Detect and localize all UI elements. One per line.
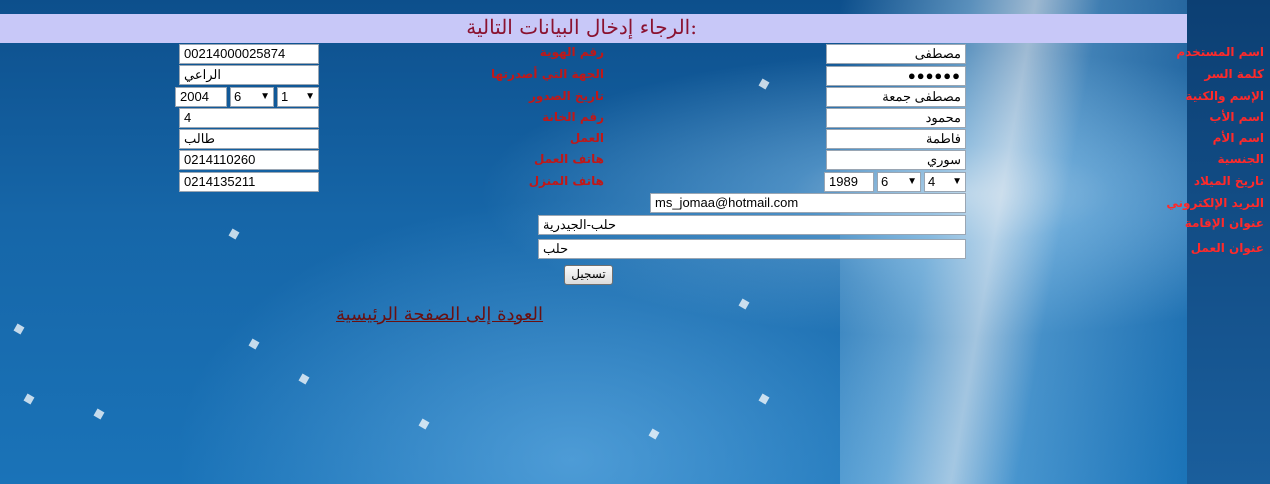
password-field[interactable]: ●●●●●● [826,66,966,86]
sparkle [418,418,430,430]
birth-month-select[interactable]: 6 ▼ [877,172,921,192]
sparkle [298,373,310,385]
chevron-down-icon: ▼ [907,176,917,187]
chevron-down-icon: ▼ [260,91,270,102]
sparkle [228,228,240,240]
username-field[interactable]: مصطفى [826,44,966,64]
label-username: اسم المستخدم [1176,45,1264,59]
label-home-phone: هاتف المنزل [528,174,604,188]
issue-year-field[interactable]: 2004 [175,87,227,107]
chevron-down-icon: ▼ [305,91,315,102]
label-father-name: اسم الأب [1209,110,1264,124]
label-email: البريد الإلكتروني [1166,196,1264,210]
label-mother-name: اسم الأم [1212,131,1264,145]
label-issuer: الجهة التي أصدرتها [491,67,604,81]
registry-number-field[interactable]: 4 [179,108,319,128]
issue-day-select[interactable]: 1 ▼ [277,87,319,107]
mother-name-field[interactable]: فاطمة [826,129,966,149]
submit-button[interactable]: تسجيل [564,265,613,285]
label-work-phone: هاتف العمل [534,152,604,166]
sparkle [758,393,770,405]
fullname-field[interactable]: مصطفى جمعة [826,87,966,107]
job-field[interactable]: طالب [179,129,319,149]
birth-day-select[interactable]: 4 ▼ [924,172,966,192]
work-phone-field[interactable]: 0214110260 [179,150,319,170]
label-fullname: الإسم والكنية [1185,89,1264,103]
email-field[interactable]: ms_jomaa@hotmail.com [650,193,966,213]
sparkle [758,78,770,90]
label-home-address: عنوان الإقامة [1184,216,1264,230]
nationality-field[interactable]: سوري [826,150,966,170]
sparkle [93,408,105,420]
work-address-field[interactable]: حلب [538,239,966,259]
home-phone-field[interactable]: 0214135211 [179,172,319,192]
issue-day-value: 1 [281,89,289,104]
label-issue-date: تاريخ الصدور [529,89,604,103]
sparkle [23,393,35,405]
label-registry-number: رقم الخانة [542,110,604,124]
back-home-link[interactable]: العودة إلى الصفحة الرئيسية [336,304,543,325]
issue-month-select[interactable]: 6 ▼ [230,87,274,107]
label-password: كلمة السر [1204,67,1264,81]
issuer-field[interactable]: الراعي [179,65,319,85]
page-title: الرجاء إدخال البيانات التالية: [466,15,697,39]
issue-month-value: 6 [234,89,242,104]
chevron-down-icon: ▼ [952,176,962,187]
birth-day-value: 4 [928,174,936,189]
label-nationality: الجنسية [1217,152,1264,166]
label-work-address: عنوان العمل [1190,241,1264,255]
sparkle [248,338,260,350]
label-job: العمل [569,131,604,145]
home-address-field[interactable]: حلب-الجيدرية [538,215,966,235]
sparkle [13,323,25,335]
form-header: الرجاء إدخال البيانات التالية: [0,14,1187,43]
sparkle [648,428,660,440]
sparkle [738,298,750,310]
birth-year-field[interactable]: 1989 [824,172,874,192]
label-id-number: رقم الهوية [539,45,604,59]
id-number-field[interactable]: 00214000025874 [179,44,319,64]
label-birth-date: تاريخ الميلاد [1193,174,1264,188]
father-name-field[interactable]: محمود [826,108,966,128]
birth-month-value: 6 [881,174,889,189]
